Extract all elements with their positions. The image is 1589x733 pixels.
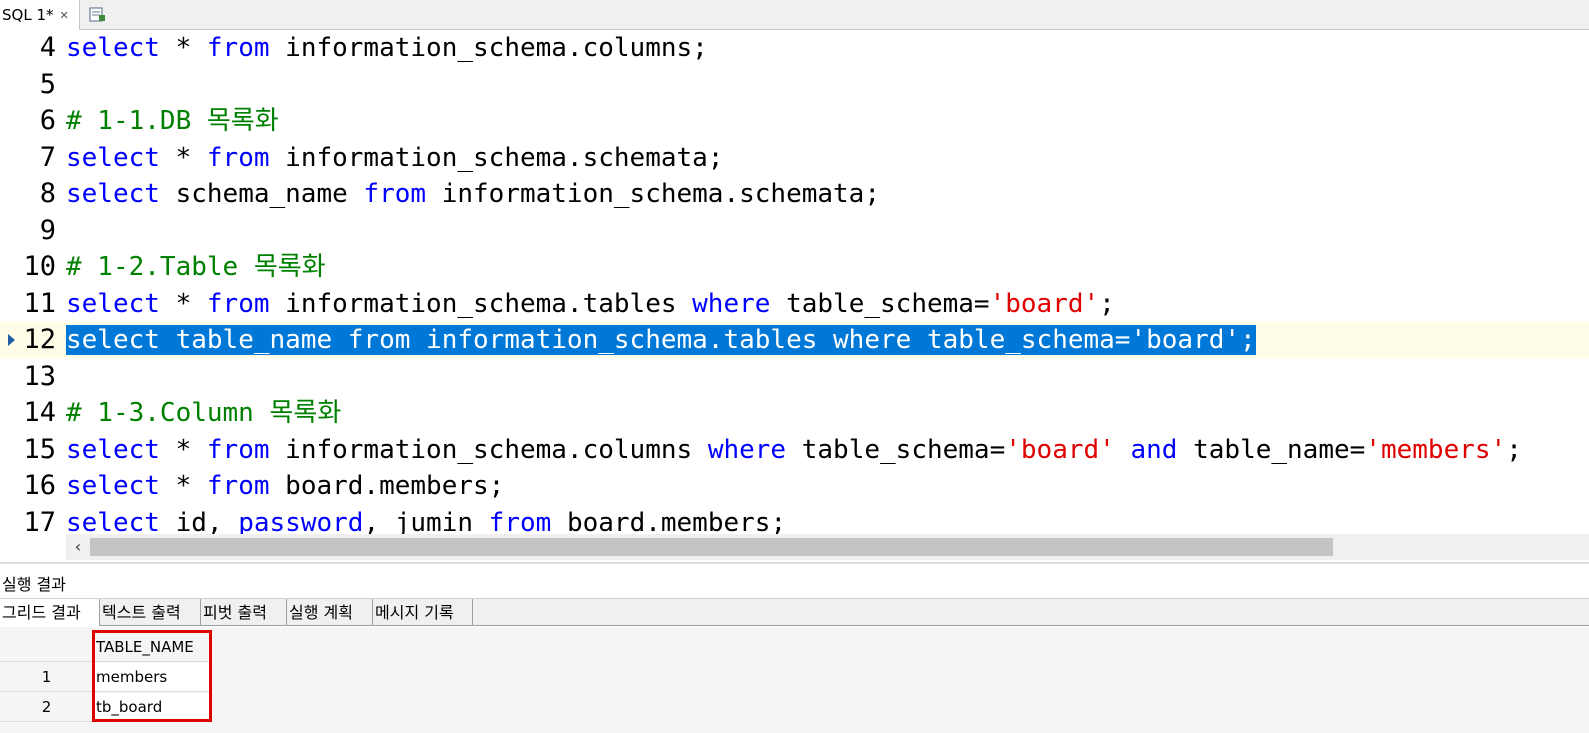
results-title: 실행 결과 xyxy=(2,575,66,594)
code-line-13[interactable]: 13 xyxy=(0,359,1589,395)
new-query-icon[interactable] xyxy=(88,5,106,23)
code-text: # 1-2.Table 목록화 xyxy=(66,252,326,282)
line-number: 8 xyxy=(39,178,56,209)
horizontal-scrollbar[interactable]: ‹ xyxy=(66,534,1589,560)
code-line-8[interactable]: 8 select schema_name from information_sch… xyxy=(0,176,1589,212)
code-line-6[interactable]: 6 # 1-1.DB 목록화 xyxy=(0,103,1589,139)
sql-tab-label: SQL 1* xyxy=(2,6,54,24)
code-line-12[interactable]: 12 select table_name from information_sch… xyxy=(0,322,1589,358)
code-text: select * from information_schema.columns… xyxy=(66,33,708,63)
code-text: select schema_name from information_sche… xyxy=(66,179,880,209)
code-text: select * from information_schema.tables … xyxy=(66,288,1115,319)
line-number: 11 xyxy=(23,287,56,319)
code-line-10[interactable]: 10 # 1-2.Table 목록화 xyxy=(0,249,1589,285)
code-line-15[interactable]: 15 select * from information_schema.colum… xyxy=(0,432,1589,468)
results-tab-1[interactable]: 그리드 결과 xyxy=(0,599,100,626)
line-number: 5 xyxy=(39,68,56,100)
line-number: 6 xyxy=(39,105,56,136)
sql-tab[interactable]: SQL 1* ✕ xyxy=(0,0,80,30)
line-number: 13 xyxy=(23,360,56,392)
pane-splitter[interactable] xyxy=(0,562,1589,564)
code-text: select id, password, jumin from board.me… xyxy=(66,507,787,535)
line-number: 14 xyxy=(23,397,56,428)
code-text: select * from information_schema.columns… xyxy=(66,434,1522,465)
code-line-17[interactable]: 17 select id, password, jumin from board.… xyxy=(0,505,1589,535)
scroll-left-icon[interactable]: ‹ xyxy=(66,534,90,560)
editor-tab-bar: SQL 1* ✕ xyxy=(0,0,1589,30)
close-icon[interactable]: ✕ xyxy=(60,9,69,22)
code-line-9[interactable]: 9 xyxy=(0,213,1589,249)
results-tab-bar: 그리드 결과 텍스트 출력 피벗 출력 실행 계획 메시지 기록 xyxy=(0,598,1589,626)
row-number-header xyxy=(0,633,93,662)
line-number: 15 xyxy=(23,433,56,465)
line-number: 4 xyxy=(39,32,56,63)
results-tab-5[interactable]: 메시지 기록 xyxy=(373,599,473,626)
code-line-16[interactable]: 16 select * from board.members; xyxy=(0,468,1589,504)
code-line-11[interactable]: 11 select * from information_schema.table… xyxy=(0,286,1589,322)
results-grid: TABLE_NAME 1 members 2 tb_board xyxy=(0,627,1589,733)
code-text: # 1-3.Column 목록화 xyxy=(66,398,342,428)
results-tab-3[interactable]: 피벗 출력 xyxy=(201,599,287,626)
code-text: select table_name from information_schem… xyxy=(66,325,1256,355)
line-number: 9 xyxy=(39,214,56,246)
line-number: 10 xyxy=(23,251,56,282)
results-tab-2[interactable]: 텍스트 출력 xyxy=(100,599,201,626)
code-text: select * from board.members; xyxy=(66,471,505,501)
results-tab-4[interactable]: 실행 계획 xyxy=(287,599,373,626)
code-line-4[interactable]: 4 select * from information_schema.column… xyxy=(0,30,1589,66)
line-number: 16 xyxy=(23,470,56,501)
code-line-14[interactable]: 14 # 1-3.Column 목록화 xyxy=(0,395,1589,431)
line-number: 7 xyxy=(39,141,56,173)
line-number: 17 xyxy=(23,506,56,535)
code-text: select * from information_schema.schemat… xyxy=(66,142,724,173)
row-number: 2 xyxy=(0,693,93,722)
highlight-annotation-box xyxy=(92,630,212,722)
code-line-5[interactable]: 5 xyxy=(0,67,1589,103)
code-line-7[interactable]: 7 select * from information_schema.schema… xyxy=(0,140,1589,176)
code-text: # 1-1.DB 목록화 xyxy=(66,106,279,136)
row-number: 1 xyxy=(0,663,93,692)
sql-editor[interactable]: 4 select * from information_schema.column… xyxy=(0,30,1589,534)
line-number: 12 xyxy=(23,324,56,355)
scrollbar-thumb[interactable] xyxy=(90,538,1333,556)
